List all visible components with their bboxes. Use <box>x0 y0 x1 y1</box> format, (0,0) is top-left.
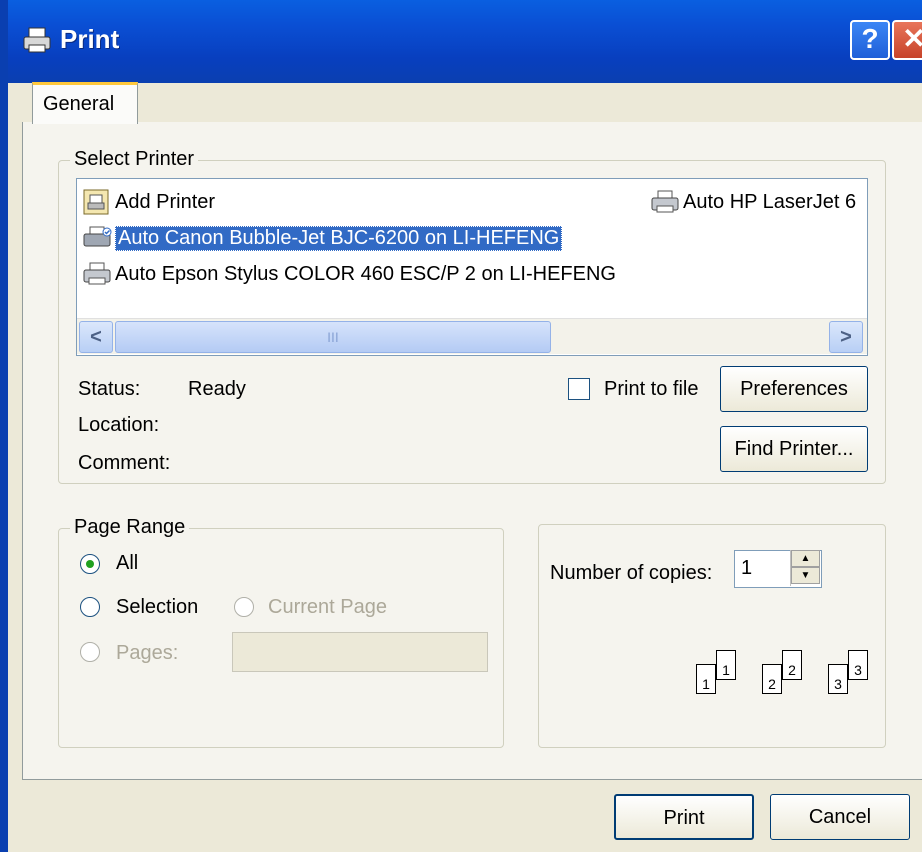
find-printer-label: Find Printer... <box>734 438 854 460</box>
scroll-right-button[interactable]: > <box>829 321 863 353</box>
cancel-button[interactable]: Cancel <box>770 794 910 840</box>
pages-input[interactable] <box>232 632 488 672</box>
selection-label[interactable]: Selection <box>116 596 198 619</box>
collate-icon: 1 1 2 2 3 3 <box>680 650 880 710</box>
list-item[interactable]: Auto Canon Bubble-Jet BJC-6200 on LI-HEF… <box>81 223 563 253</box>
horizontal-scrollbar[interactable]: < III > <box>77 318 867 354</box>
collate-page-back: 1 <box>716 650 736 680</box>
current-page-label[interactable]: Current Page <box>268 596 387 619</box>
copies-label: Number of copies: <box>550 562 713 584</box>
copies-group <box>538 524 886 748</box>
list-item[interactable]: Add Printer <box>81 187 215 217</box>
copies-stepper[interactable]: ▲ ▼ <box>790 550 820 586</box>
window-frame <box>0 83 8 852</box>
stepper-down-icon[interactable]: ▼ <box>791 567 820 584</box>
preferences-label: Preferences <box>740 378 848 400</box>
close-button[interactable]: ✕ <box>892 20 922 60</box>
select-printer-label: Select Printer <box>70 148 199 171</box>
print-to-file-checkbox[interactable] <box>568 378 590 400</box>
stepper-up-icon[interactable]: ▲ <box>791 550 820 567</box>
printer-icon <box>83 262 111 285</box>
printer-name: Auto HP LaserJet 6 <box>683 190 857 213</box>
collate-page-front: 2 <box>762 664 782 694</box>
print-button[interactable]: Print <box>614 794 754 840</box>
tab-label: General <box>43 93 115 115</box>
cancel-label: Cancel <box>808 806 872 828</box>
printer-icon <box>651 190 679 213</box>
comment-label: Comment: <box>78 452 171 474</box>
copies-value: 1 <box>741 557 753 579</box>
status-value: Ready <box>188 378 246 400</box>
print-to-file-label[interactable]: Print to file <box>604 378 698 401</box>
tab-general[interactable]: General <box>32 82 138 124</box>
status-label: Status: <box>78 378 141 400</box>
find-printer-button[interactable]: Find Printer... <box>720 426 868 472</box>
scroll-left-button[interactable]: < <box>79 321 113 353</box>
scroll-thumb[interactable]: III <box>115 321 551 353</box>
all-radio[interactable] <box>80 554 100 574</box>
list-item[interactable]: Auto HP LaserJet 6 <box>649 187 856 217</box>
printer-name: Auto Canon Bubble-Jet BJC-6200 on LI-HEF… <box>115 225 563 251</box>
list-item[interactable]: Auto Epson Stylus COLOR 460 ESC/P 2 on L… <box>81 259 616 289</box>
location-label: Location: <box>78 414 160 436</box>
print-label: Print <box>663 807 705 829</box>
pages-radio[interactable] <box>80 642 100 662</box>
collate-page-back: 3 <box>848 650 868 680</box>
page-range-label: Page Range <box>70 516 190 539</box>
preferences-button[interactable]: Preferences <box>720 366 868 412</box>
all-label[interactable]: All <box>116 552 138 575</box>
title-bar[interactable]: Print ? ✕ <box>0 0 922 83</box>
printer-icon <box>83 226 112 247</box>
collate-page-front: 1 <box>696 664 716 694</box>
collate-page-back: 2 <box>782 650 802 680</box>
current-page-radio[interactable] <box>234 597 254 617</box>
window-title: Print <box>60 24 120 54</box>
printer-name: Add Printer <box>115 190 216 213</box>
printer-name: Auto Epson Stylus COLOR 460 ESC/P 2 on L… <box>115 262 616 285</box>
pages-label[interactable]: Pages: <box>116 642 178 665</box>
selection-radio[interactable] <box>80 597 100 617</box>
add-printer-icon <box>83 189 109 215</box>
help-button[interactable]: ? <box>850 20 890 60</box>
collate-page-front: 3 <box>828 664 848 694</box>
printer-icon <box>23 27 51 53</box>
